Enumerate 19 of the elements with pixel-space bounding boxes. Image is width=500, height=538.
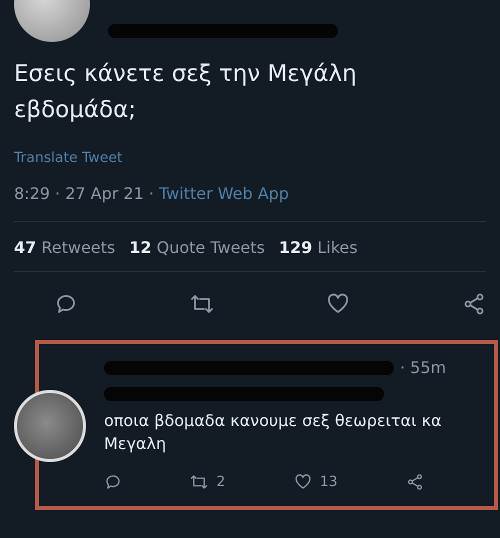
reply-text: οποια βδομαδα κανουμε σεξ θεωρειται κα Μεγαλη [104,410,443,455]
stat-count[interactable]: 12 Quote Tweets [129,238,265,257]
tweet-timestamp: 8:29 · 27 Apr 21 · Twitter Web App [14,184,290,203]
retweet-icon[interactable] [190,473,208,491]
action-count: 2 [216,474,226,490]
stat-count[interactable]: 129 Likes [278,238,358,257]
share-icon[interactable] [462,292,486,316]
share-icon[interactable] [406,473,424,491]
translate-link[interactable]: Translate Tweet [14,150,486,166]
stat-count[interactable]: 47 Retweets [14,238,116,257]
reply-time: · 55m [400,358,446,377]
heart-icon[interactable] [294,473,312,491]
action-count: 13 [320,474,338,490]
reply-icon[interactable] [54,292,78,316]
heart-icon[interactable] [326,292,350,316]
retweet-icon[interactable] [190,292,214,316]
tweet-text: Εσεις κάνετε σεξ την Μεγάλη εβδομάδα; [14,60,358,125]
source-link[interactable]: Twitter Web App [159,184,289,203]
reply-icon[interactable] [104,473,122,491]
